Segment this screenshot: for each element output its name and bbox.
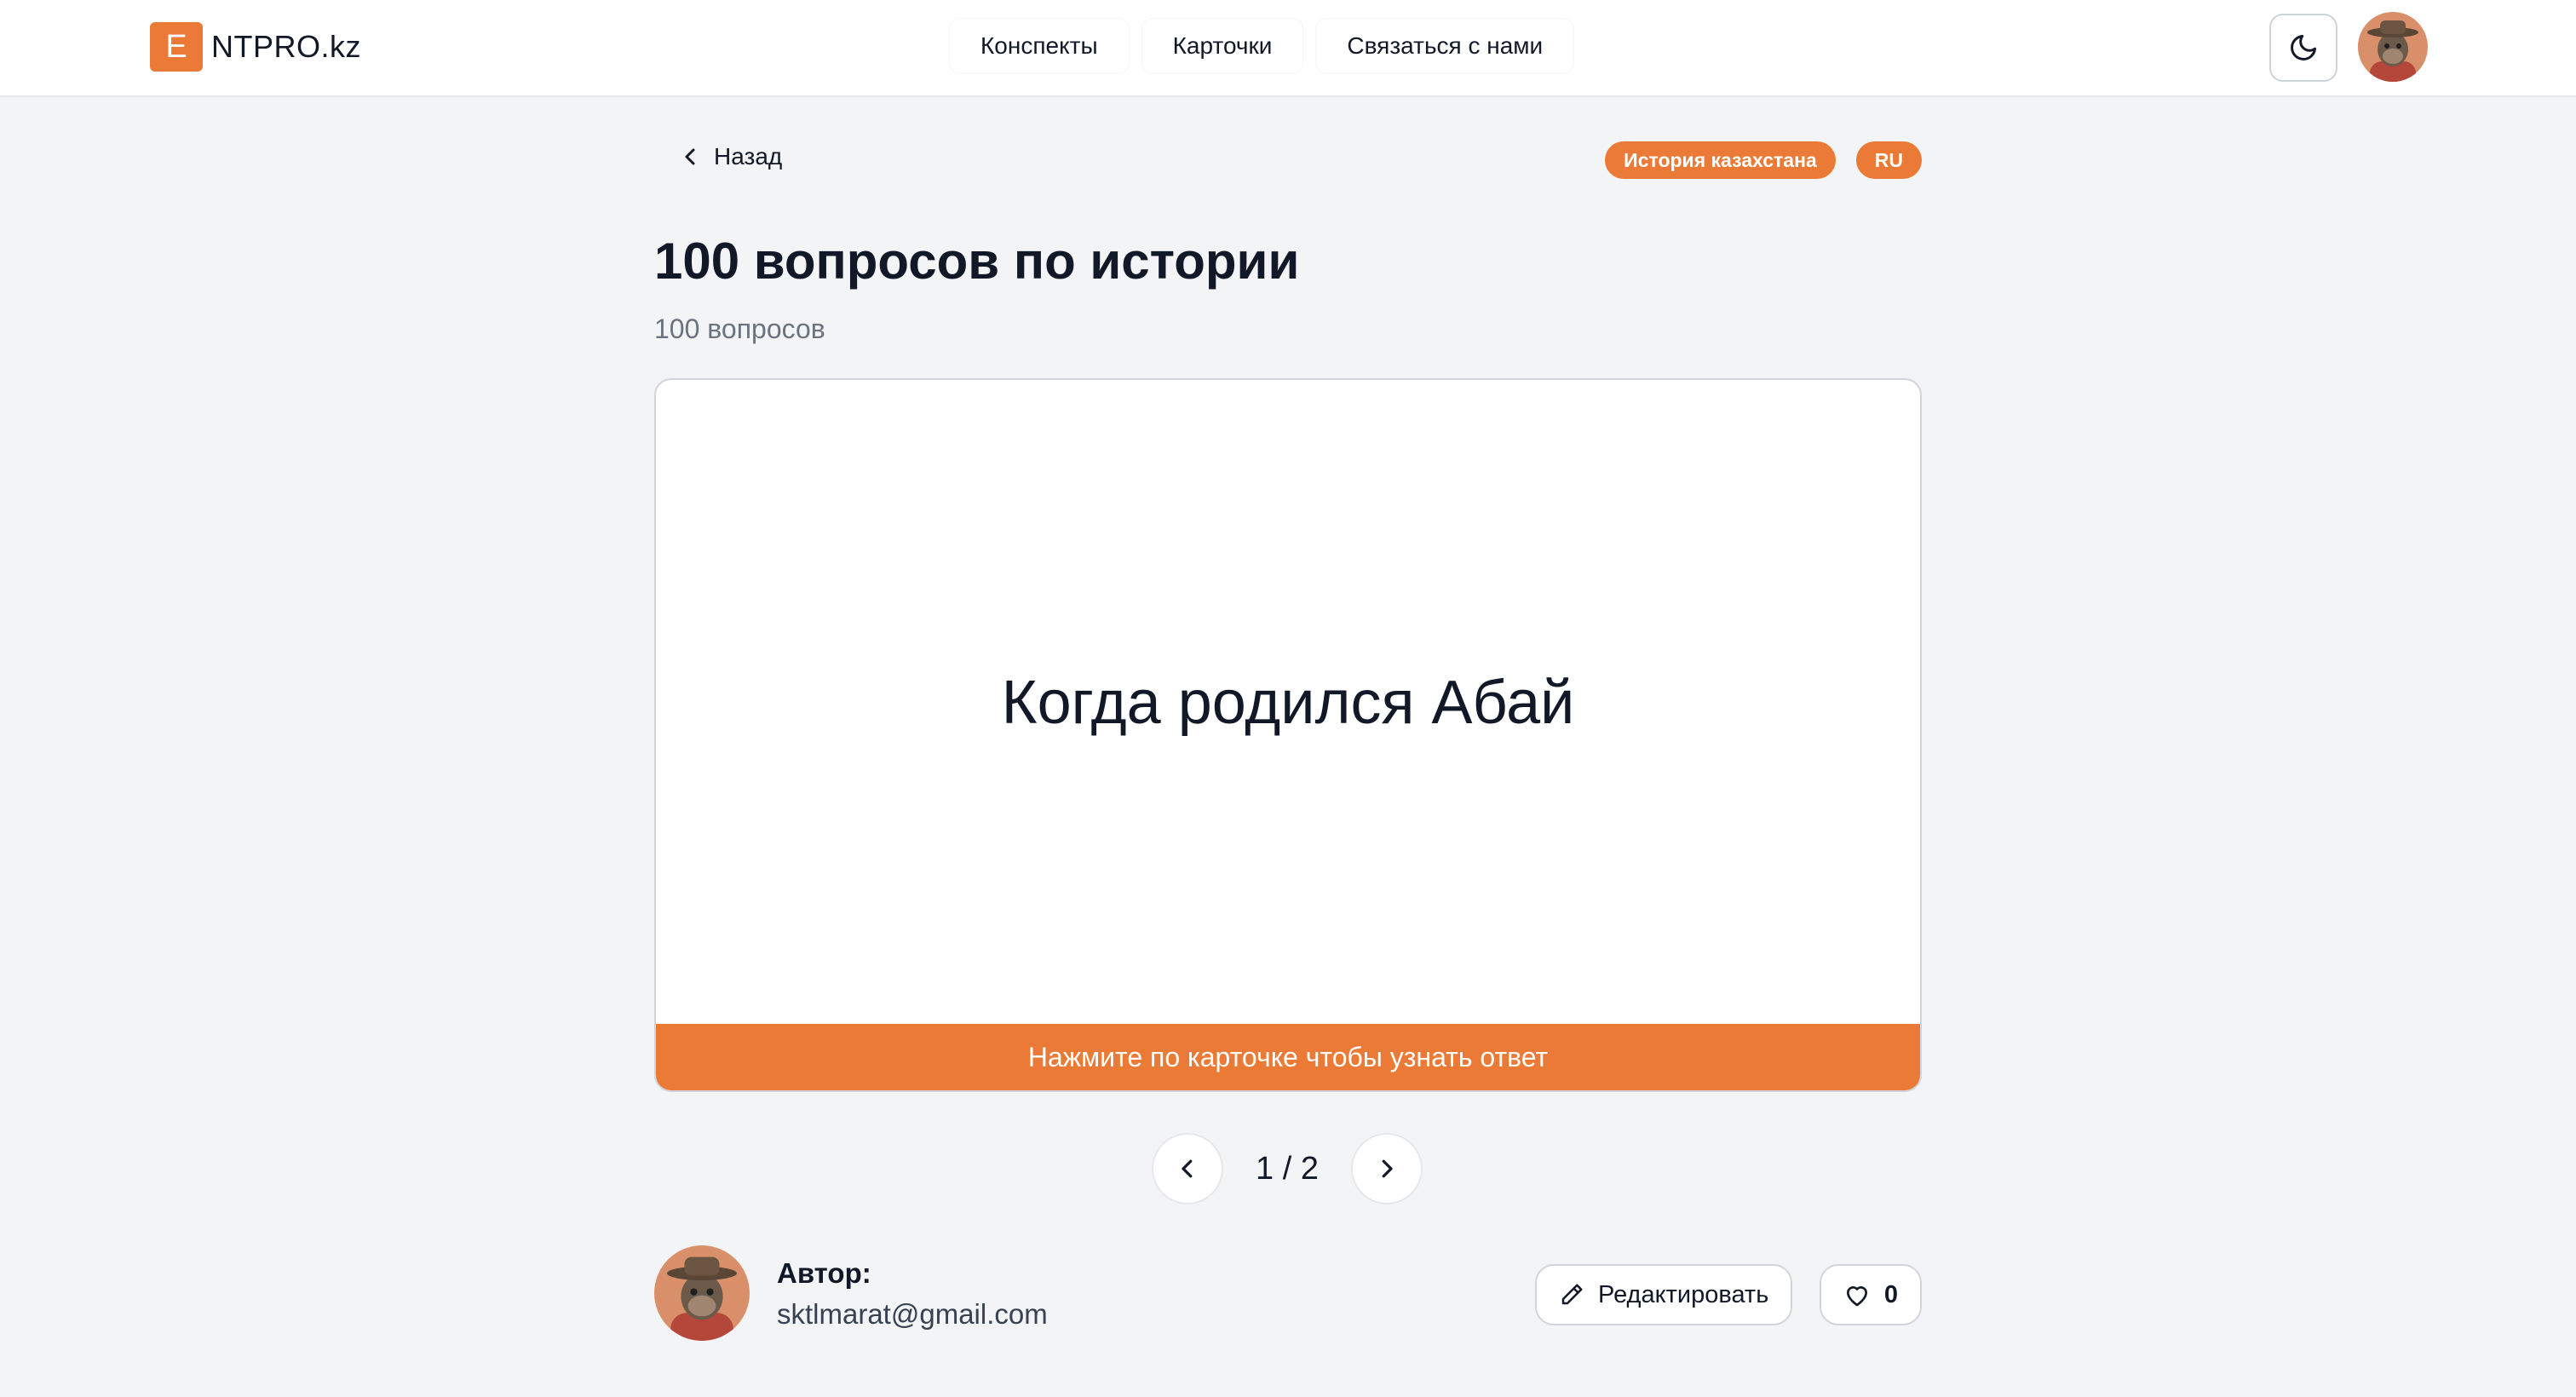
nav-item-contact[interactable]: Связаться с нами [1316, 19, 1574, 73]
ape-avatar-icon [2358, 12, 2428, 82]
heart-icon [1846, 1286, 1867, 1307]
author-avatar[interactable] [654, 1245, 750, 1341]
user-avatar[interactable] [2358, 12, 2428, 82]
nav-item-kartochki[interactable]: Карточки [1141, 19, 1303, 73]
author-email: sktlmarat@gmail.com [777, 1298, 1048, 1330]
theme-toggle-button[interactable] [2269, 14, 2337, 82]
tag-subject: История казахстана [1605, 141, 1836, 179]
tag-language: RU [1855, 141, 1922, 179]
prev-card-button[interactable] [1152, 1133, 1223, 1204]
site-logo[interactable]: E NTPRO.kz [150, 22, 361, 72]
logo-mark: E [150, 22, 203, 72]
like-button[interactable]: 0 [1820, 1264, 1922, 1325]
flashcard-question: Когда родился Абай [1001, 669, 1575, 737]
like-count: 0 [1883, 1280, 1899, 1308]
question-count: 100 вопросов [654, 313, 825, 344]
flashcard-hint: Нажмите по карточке чтобы узнать ответ [656, 1024, 1920, 1090]
flashcard[interactable]: Когда родился Абай Нажмите по карточке ч… [654, 378, 1922, 1092]
card-pager: 1 / 2 [1152, 1133, 1423, 1204]
chevron-left-icon [685, 148, 695, 165]
page-title: 100 вопросов по истории [654, 233, 1300, 290]
main-nav: Конспекты Карточки Связаться с нами [950, 19, 1574, 73]
chevron-right-icon [1382, 1159, 1393, 1178]
chevron-left-icon [1182, 1159, 1193, 1178]
edit-label: Редактировать [1598, 1280, 1769, 1308]
logo-text: NTPRO.kz [211, 29, 362, 64]
ape-avatar-icon [654, 1245, 750, 1341]
tag-list: История казахстана RU [1605, 141, 1922, 179]
edit-button[interactable]: Редактировать [1535, 1264, 1793, 1325]
pencil-icon [1561, 1284, 1583, 1305]
back-link[interactable]: Назад [681, 143, 782, 170]
next-card-button[interactable] [1351, 1133, 1423, 1204]
nav-item-konspekty[interactable]: Конспекты [950, 19, 1129, 73]
back-label: Назад [714, 143, 783, 170]
card-position: 1 / 2 [1256, 1150, 1319, 1187]
author-label: Автор: [777, 1257, 871, 1289]
moon-icon [2291, 35, 2316, 60]
top-navbar: E NTPRO.kz Конспекты Карточки Связаться … [0, 0, 2576, 97]
